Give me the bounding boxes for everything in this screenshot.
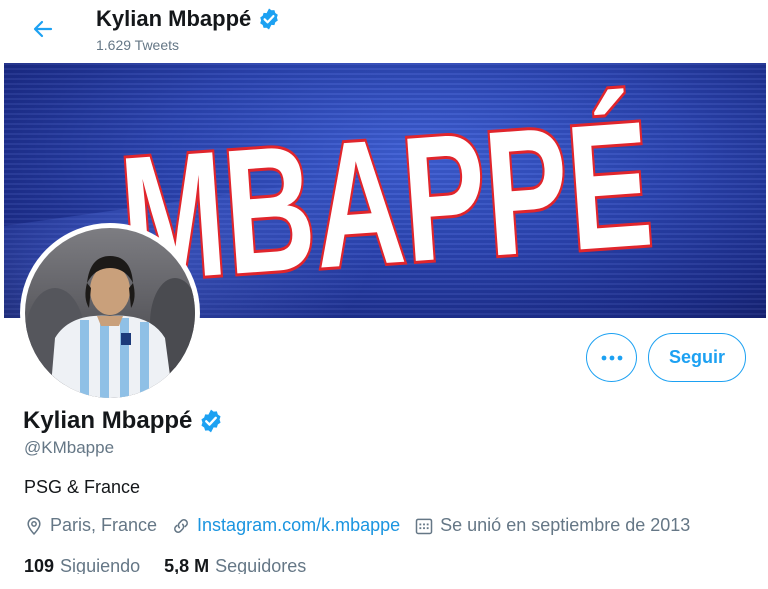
profile-name: Kylian Mbappé bbox=[23, 407, 224, 435]
joined-text: Se unió en septiembre de 2013 bbox=[440, 515, 691, 535]
joined-item: Se unió en septiembre de 2013 bbox=[414, 515, 690, 536]
location-text: Paris, France bbox=[50, 515, 158, 535]
header-name: Kylian Mbappé bbox=[96, 6, 252, 31]
follow-button[interactable]: Seguir bbox=[648, 333, 746, 382]
profile-header-bar: Kylian Mbappé 1.629 Tweets bbox=[0, 0, 768, 62]
profile-page: Kylian Mbappé 1.629 Tweets MBAPPÉ Seguir… bbox=[0, 0, 768, 589]
verified-badge-icon bbox=[260, 8, 279, 30]
avatar-photo bbox=[25, 228, 195, 398]
back-button[interactable] bbox=[25, 11, 61, 47]
location-pin-icon bbox=[27, 516, 41, 535]
calendar-icon bbox=[415, 518, 433, 534]
profile-handle: @KMbappe bbox=[24, 438, 115, 457]
website-item: Instagram.com/k.mbappe bbox=[171, 515, 400, 536]
profile-bio: PSG & France bbox=[24, 477, 141, 497]
website-link[interactable]: Instagram.com/k.mbappe bbox=[197, 515, 400, 536]
link-icon bbox=[174, 518, 188, 533]
banner-text: MBAPPÉ bbox=[115, 84, 658, 318]
arrow-left-icon bbox=[33, 20, 53, 38]
profile-display-name: Kylian Mbappé bbox=[23, 407, 193, 434]
tweet-count: 1.629 Tweets bbox=[96, 37, 180, 53]
location-item: Paris, France bbox=[24, 515, 157, 536]
profile-meta: Paris, France Instagram.com/k.mbappe Se … bbox=[24, 515, 704, 536]
avatar[interactable] bbox=[20, 223, 200, 403]
header-title: Kylian Mbappé bbox=[96, 6, 281, 32]
more-options-button[interactable] bbox=[586, 333, 637, 382]
more-dots-icon bbox=[601, 355, 622, 360]
cropped-bottom-area bbox=[0, 574, 768, 589]
verified-badge-icon bbox=[201, 409, 221, 433]
